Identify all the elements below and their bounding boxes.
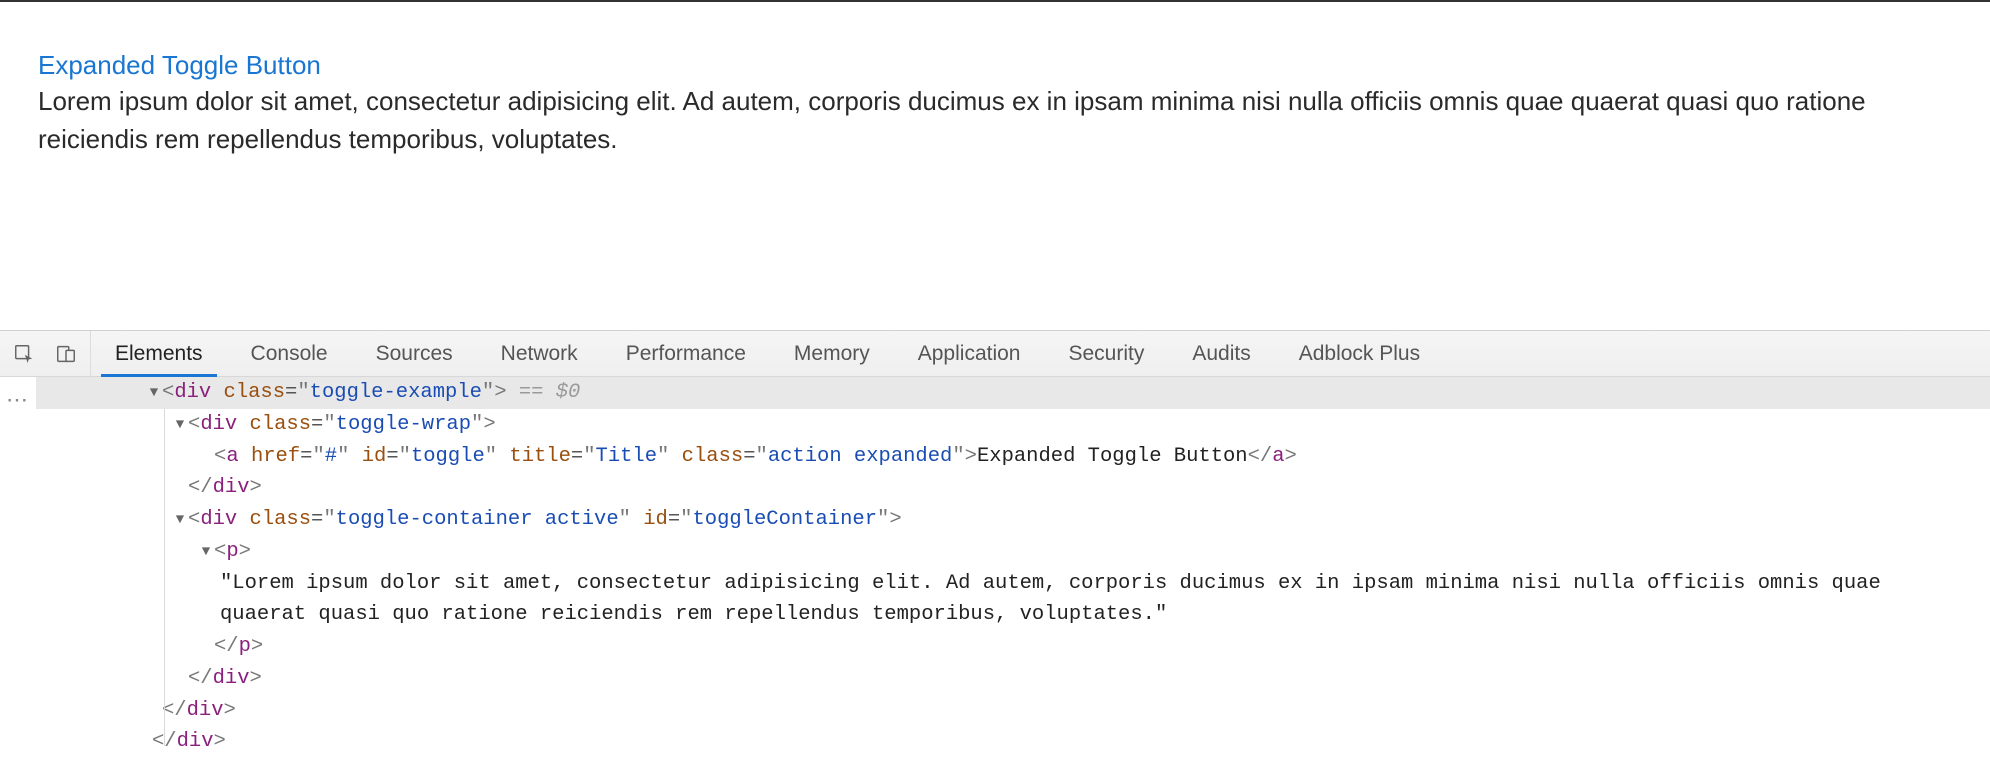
devtools-tab-elements[interactable]: Elements <box>91 331 227 376</box>
device-toolbar-icon[interactable] <box>54 342 78 366</box>
page-preview: Expanded Toggle Button Lorem ipsum dolor… <box>0 0 1990 330</box>
dom-row[interactable]: ▼<div class="toggle-example"> == $0 <box>36 377 1990 409</box>
dom-row[interactable]: </p> <box>36 631 1990 663</box>
dom-overflow-icon[interactable]: ⋯ <box>0 377 36 778</box>
dom-row[interactable]: "Lorem ipsum dolor sit amet, consectetur… <box>36 568 1990 632</box>
dom-row[interactable]: </div> <box>36 472 1990 504</box>
dom-row[interactable]: <a href="#" id="toggle" title="Title" cl… <box>36 441 1990 473</box>
devtools-tab-memory[interactable]: Memory <box>770 331 894 376</box>
dom-row[interactable]: ▼<p> <box>36 536 1990 568</box>
devtools-tabs: ElementsConsoleSourcesNetworkPerformance… <box>91 331 1444 376</box>
devtools-tab-network[interactable]: Network <box>477 331 602 376</box>
toggle-paragraph: Lorem ipsum dolor sit amet, consectetur … <box>38 83 1918 158</box>
inspect-element-icon[interactable] <box>12 342 36 366</box>
devtools-tab-performance[interactable]: Performance <box>602 331 770 376</box>
devtools-tab-application[interactable]: Application <box>894 331 1045 376</box>
dom-row[interactable]: ▼<div class="toggle-container active" id… <box>36 504 1990 536</box>
devtools-panel: ElementsConsoleSourcesNetworkPerformance… <box>0 330 1990 778</box>
devtools-tab-audits[interactable]: Audits <box>1168 331 1274 376</box>
dom-row[interactable]: </div> <box>36 726 1990 758</box>
expanded-toggle-link[interactable]: Expanded Toggle Button <box>38 50 321 81</box>
dom-row[interactable]: </div> <box>36 663 1990 695</box>
devtools-tab-sources[interactable]: Sources <box>352 331 477 376</box>
dom-tree[interactable]: ▼<div class="toggle-example"> == $0▼<div… <box>36 377 1990 778</box>
devtools-tab-security[interactable]: Security <box>1044 331 1168 376</box>
dom-row[interactable]: ▼<div class="toggle-wrap"> <box>36 409 1990 441</box>
devtools-icon-group <box>0 331 91 376</box>
devtools-toolbar: ElementsConsoleSourcesNetworkPerformance… <box>0 331 1990 377</box>
dom-row[interactable]: </div> <box>36 695 1990 727</box>
devtools-tab-adblock-plus[interactable]: Adblock Plus <box>1275 331 1444 376</box>
dom-panel: ⋯ ▼<div class="toggle-example"> == $0▼<d… <box>0 377 1990 778</box>
devtools-tab-console[interactable]: Console <box>227 331 352 376</box>
